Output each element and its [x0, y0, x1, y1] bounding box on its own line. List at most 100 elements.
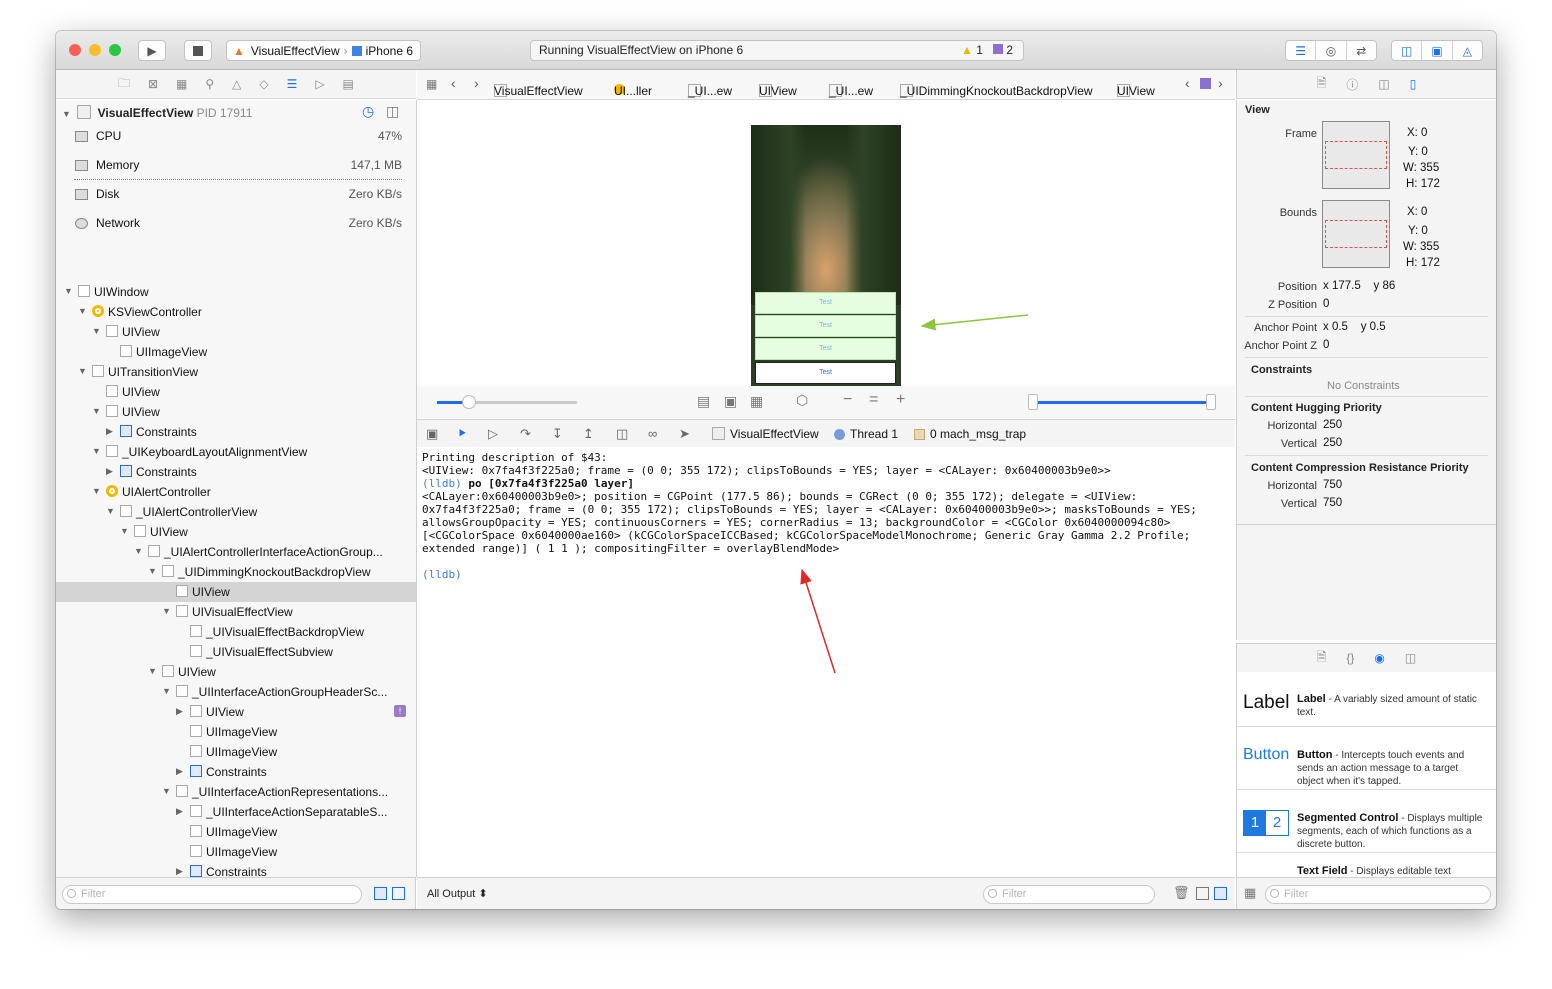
scheme-selector[interactable]: ▲ VisualEffectView › iPhone 6: [226, 40, 421, 61]
tree-row[interactable]: ▶ Constraints: [56, 862, 416, 877]
size-inspector-icon[interactable]: ▯: [1410, 77, 1417, 91]
breakpoint-icon[interactable]: ▷: [315, 77, 324, 91]
alert-action[interactable]: Test: [755, 315, 896, 337]
stop-button[interactable]: [184, 40, 212, 61]
disclosure-closed-icon[interactable]: ▶: [176, 806, 186, 817]
disclosure-triangle-icon[interactable]: ▼: [62, 109, 71, 119]
tree-row[interactable]: ▼ UITransitionView: [56, 362, 416, 382]
source-control-icon[interactable]: ⊠: [148, 77, 158, 91]
tree-row[interactable]: UIView: [56, 582, 416, 602]
disclosure-closed-icon[interactable]: ▶: [176, 706, 186, 717]
debug-view-hierarchy-icon[interactable]: ◫: [616, 426, 628, 442]
related-items-icon[interactable]: ▦: [426, 77, 437, 91]
library-item-button[interactable]: Button Button - Intercepts touch events …: [1237, 727, 1496, 790]
range-slider-left-thumb[interactable]: [1028, 394, 1038, 410]
zoom-out-icon[interactable]: −: [843, 391, 852, 409]
show-hidden-views-icon[interactable]: [392, 887, 405, 900]
alert-controller-view[interactable]: Test Test Test Test: [755, 292, 896, 386]
disclosure-closed-icon[interactable]: ▶: [176, 866, 186, 877]
orient-3d-icon[interactable]: ⬡: [796, 392, 808, 409]
trash-icon[interactable]: 🗑: [1173, 885, 1190, 901]
warning-count[interactable]: ▲ 1: [961, 41, 983, 60]
quick-help-icon[interactable]: ⓘ: [1346, 76, 1358, 93]
disclosure-closed-icon[interactable]: ▶: [106, 466, 116, 477]
spacing-slider[interactable]: [437, 395, 577, 409]
alert-action-selected[interactable]: Test: [755, 362, 896, 384]
tree-row[interactable]: UIImageView: [56, 822, 416, 842]
library-item-text-field[interactable]: Text Field - Displays editable text: [1237, 853, 1496, 877]
previous-issue-icon[interactable]: ‹: [1185, 75, 1190, 91]
media-library-icon[interactable]: ◫: [1405, 651, 1416, 665]
alert-action[interactable]: Test: [755, 292, 896, 314]
tree-row[interactable]: UIImageView: [56, 842, 416, 862]
output-selector[interactable]: All Output ⬍: [427, 887, 488, 900]
disclosure-open-icon[interactable]: ▼: [92, 486, 102, 496]
utilities-toggle-icon[interactable]: ◬: [1453, 41, 1482, 60]
cpu-gauge[interactable]: CPU 47%: [56, 126, 416, 155]
disclosure-open-icon[interactable]: ▼: [162, 786, 172, 796]
minimize-window-button[interactable]: [89, 44, 101, 56]
tree-row[interactable]: ▼ _UIDimmingKnockoutBackdropView: [56, 562, 416, 582]
tree-row[interactable]: ▼ UIView: [56, 522, 416, 542]
tree-row[interactable]: ▶ UIView!: [56, 702, 416, 722]
tree-row[interactable]: ▼ UIWindow: [56, 282, 416, 302]
simulate-location-icon[interactable]: ➤: [679, 426, 690, 442]
disclosure-closed-icon[interactable]: ▶: [106, 426, 116, 437]
version-editor-icon[interactable]: ⇄: [1347, 41, 1376, 60]
disclosure-open-icon[interactable]: ▼: [106, 506, 116, 516]
object-library-icon[interactable]: ◉: [1374, 651, 1384, 665]
object-inspector-icon[interactable]: ◫: [1378, 77, 1389, 91]
gauge-icon[interactable]: ◷: [362, 103, 374, 120]
library-item-label[interactable]: Label Label - A variably sized amount of…: [1237, 672, 1496, 727]
disclosure-open-icon[interactable]: ▼: [92, 326, 102, 336]
file-inspector-icon[interactable]: 🗎: [1317, 74, 1327, 95]
disclosure-open-icon[interactable]: ▼: [78, 306, 88, 316]
debug-bar-app[interactable]: VisualEffectView: [712, 427, 819, 441]
report-icon[interactable]: ▤: [343, 77, 354, 91]
library-filter-input[interactable]: Filter: [1265, 885, 1491, 904]
editor-mode-control[interactable]: ☰ ◎ ⇄: [1285, 40, 1377, 61]
disclosure-open-icon[interactable]: ▼: [64, 286, 74, 296]
adjust-view-mode-icon[interactable]: ▦: [750, 393, 763, 410]
view-toggle-control[interactable]: ◫ ▣ ◬: [1391, 40, 1483, 61]
tree-row[interactable]: _UIVisualEffectBackdropView: [56, 622, 416, 642]
step-out-icon[interactable]: ↥: [583, 426, 594, 442]
code-snippet-icon[interactable]: {}: [1346, 651, 1354, 665]
tree-row[interactable]: UIView: [56, 382, 416, 402]
tree-row[interactable]: ▶ Constraints: [56, 462, 416, 482]
next-issue-icon[interactable]: ›: [1218, 75, 1223, 91]
tree-row[interactable]: ▼ _UIInterfaceActionRepresentations...: [56, 782, 416, 802]
disclosure-open-icon[interactable]: ▼: [162, 606, 172, 616]
tree-row[interactable]: ▶ _UIInterfaceActionSeparatableS...: [56, 802, 416, 822]
console-view-toggle-icon[interactable]: [1214, 887, 1227, 900]
debug-area-toggle-icon[interactable]: ▣: [1422, 41, 1453, 60]
runtime-issue-icon[interactable]: !: [394, 705, 406, 717]
show-constraints-canvas-icon[interactable]: ▣: [724, 393, 737, 410]
debug-bar-thread[interactable]: Thread 1: [834, 427, 898, 441]
assistant-editor-icon[interactable]: ◎: [1316, 41, 1347, 60]
spacing-slider-thumb[interactable]: [462, 395, 476, 409]
disclosure-open-icon[interactable]: ▼: [120, 526, 130, 536]
grid-view-icon[interactable]: ▦: [1244, 885, 1256, 901]
show-constraints-icon[interactable]: [374, 887, 387, 900]
tree-row[interactable]: ▼ UIAlertController: [56, 482, 416, 502]
memory-graph-icon[interactable]: ◫: [386, 103, 399, 120]
view-debugger-canvas[interactable]: Test Test Test Test: [417, 100, 1235, 388]
test-icon[interactable]: ◇: [259, 77, 268, 91]
variables-view-toggle-icon[interactable]: [1196, 887, 1209, 900]
disk-gauge[interactable]: Disk Zero KB/s: [56, 184, 416, 213]
tree-row[interactable]: _UIVisualEffectSubview: [56, 642, 416, 662]
tree-row[interactable]: ▼ UIView: [56, 662, 416, 682]
issue-indicator-icon[interactable]: [1200, 78, 1211, 89]
navigator-filter-input[interactable]: Filter: [62, 885, 362, 904]
debug-console[interactable]: Printing description of $43: <UIView: 0x…: [417, 447, 1235, 877]
disclosure-open-icon[interactable]: ▼: [162, 686, 172, 696]
disclosure-open-icon[interactable]: ▼: [92, 406, 102, 416]
symbol-icon[interactable]: ▦: [176, 77, 187, 91]
console-filter-input[interactable]: Filter: [983, 885, 1155, 904]
step-into-icon[interactable]: ↧: [552, 426, 563, 442]
range-slider-right-thumb[interactable]: [1206, 394, 1216, 410]
tree-row[interactable]: ▼ _UIAlertControllerView: [56, 502, 416, 522]
tree-row[interactable]: ▼ _UIAlertControllerInterfaceActionGroup.…: [56, 542, 416, 562]
simulated-device-view[interactable]: Test Test Test Test: [751, 125, 901, 388]
